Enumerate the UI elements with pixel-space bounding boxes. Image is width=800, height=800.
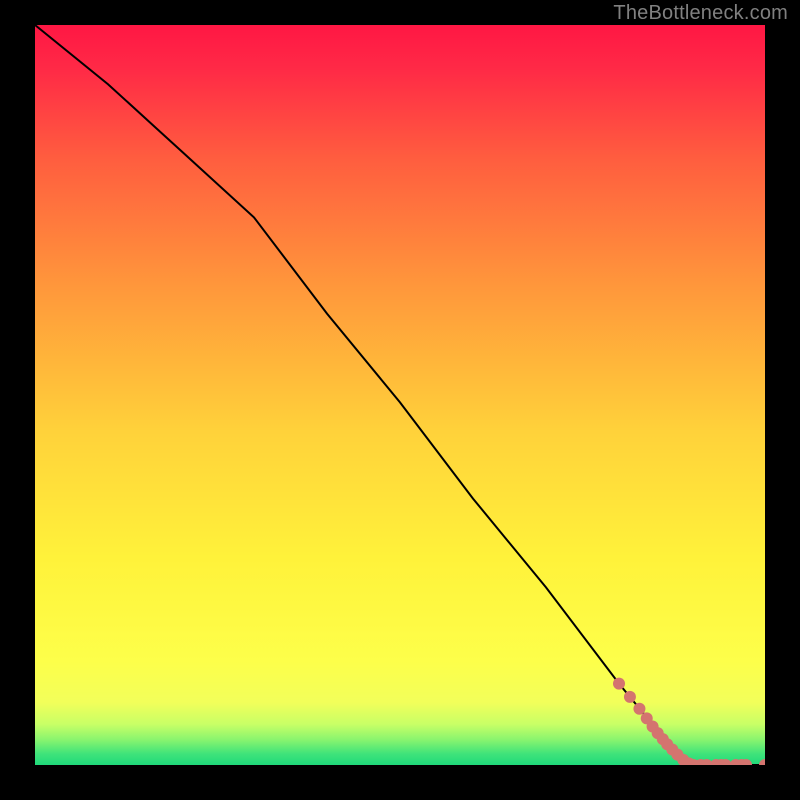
chart-svg [35, 25, 765, 765]
data-marker [633, 703, 645, 715]
data-marker [613, 678, 625, 690]
watermark-text: TheBottleneck.com [613, 2, 788, 25]
data-marker [624, 691, 636, 703]
gradient-background [35, 25, 765, 765]
chart-frame: TheBottleneck.com [0, 0, 800, 800]
plot-area [35, 25, 765, 765]
